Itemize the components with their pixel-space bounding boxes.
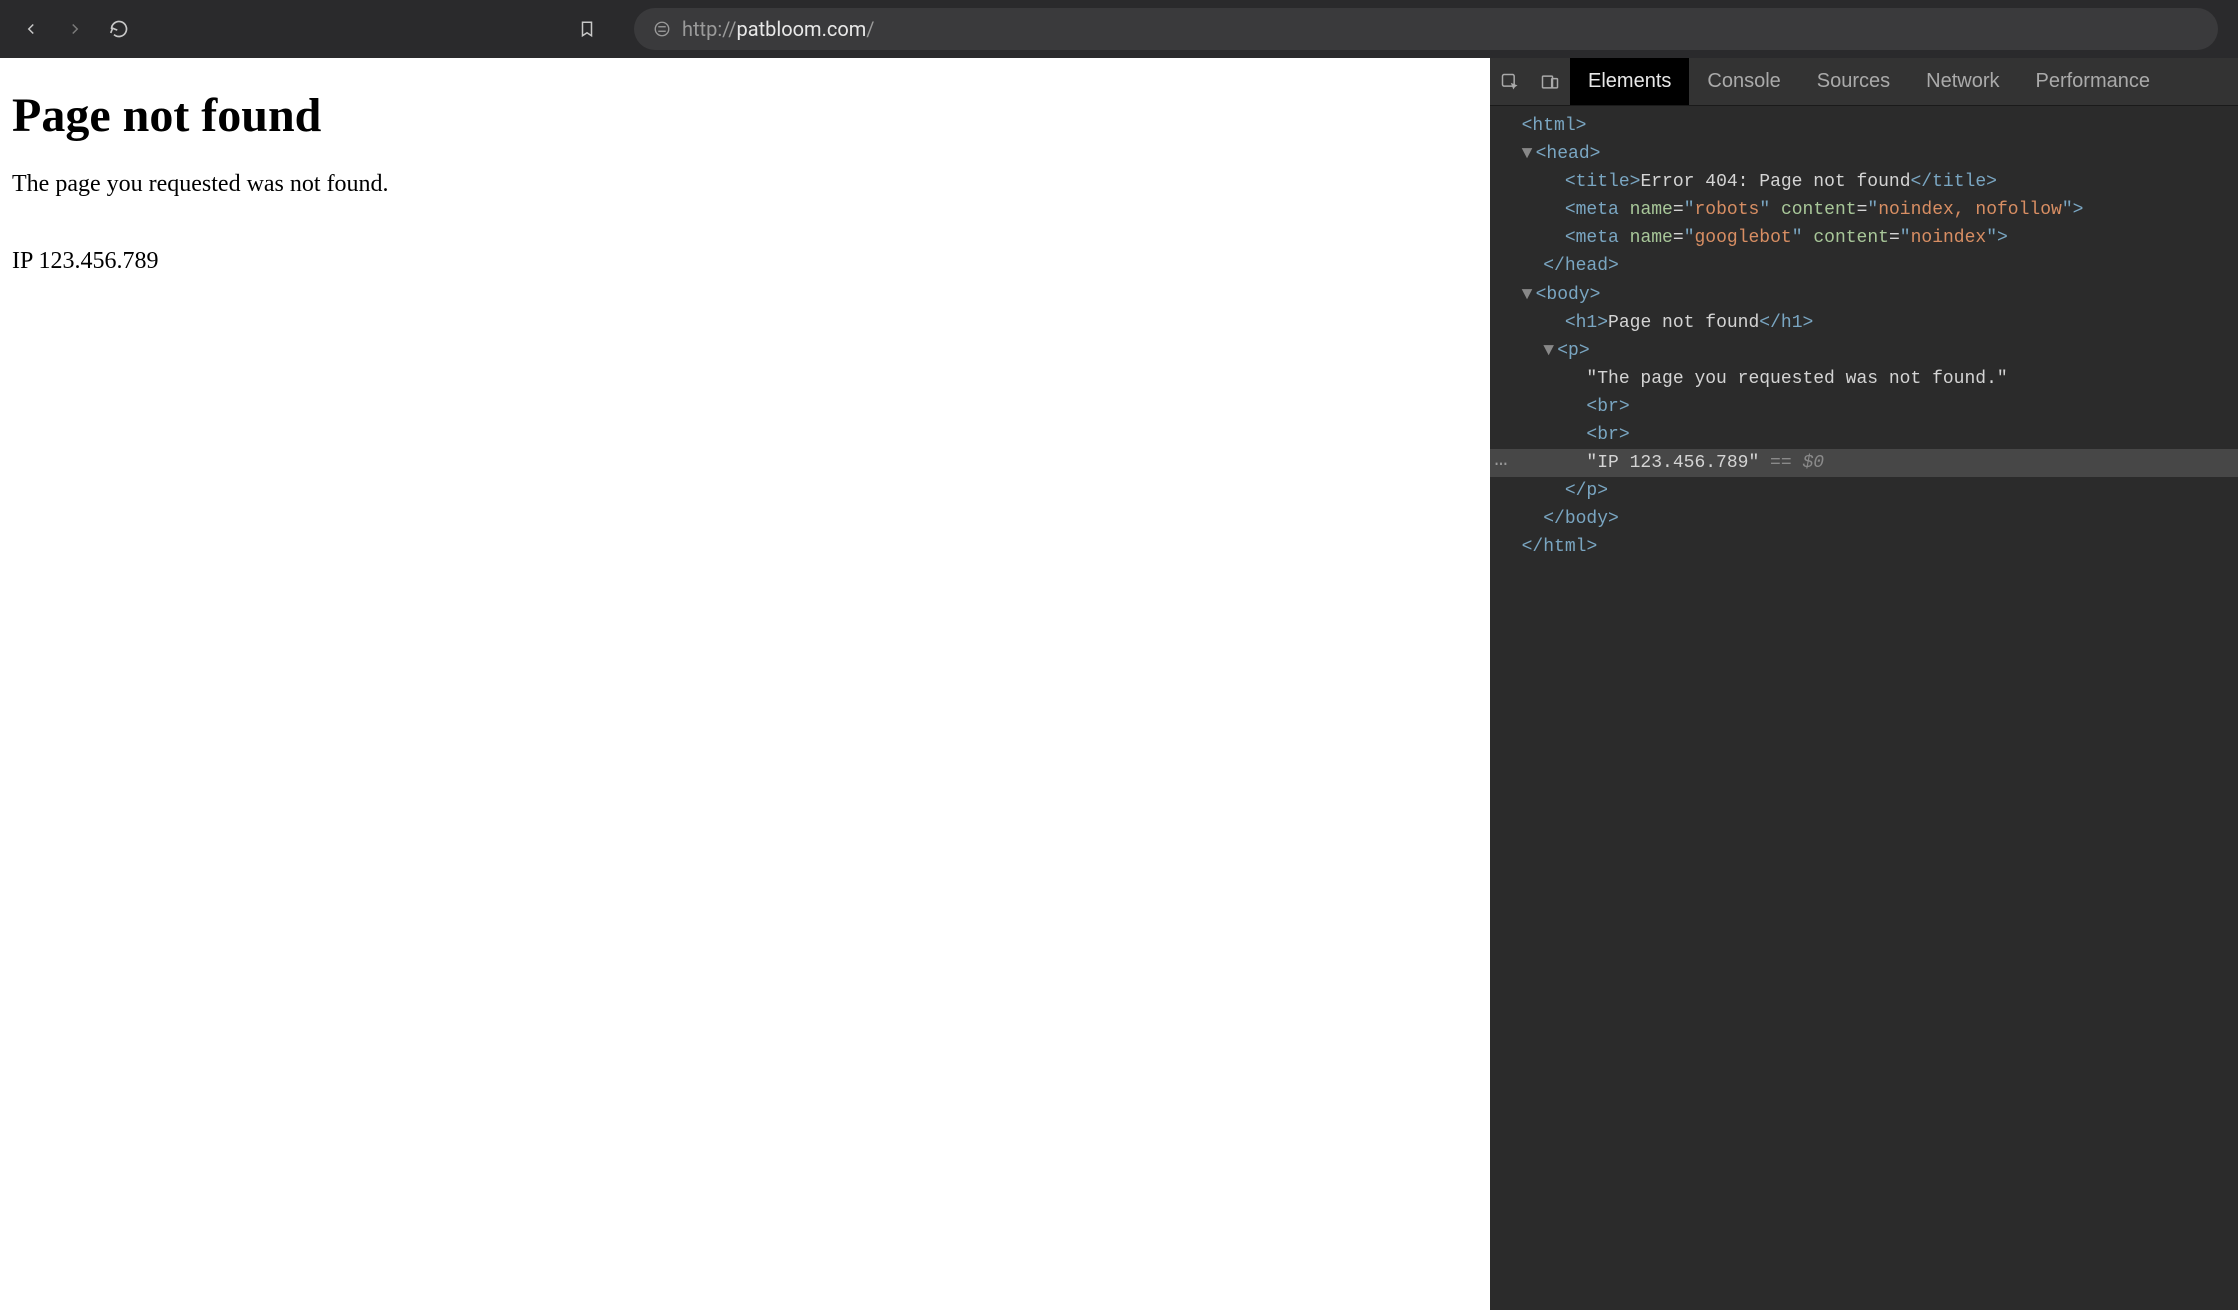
url-protocol: http://	[682, 17, 737, 41]
reload-icon[interactable]	[108, 18, 130, 40]
dom-line[interactable]: <html>	[1490, 112, 2238, 140]
site-info-icon[interactable]	[652, 19, 672, 39]
page-heading: Page not found	[12, 88, 1478, 143]
ellipsis-icon[interactable]: …	[1490, 449, 1512, 471]
tab-elements[interactable]: Elements	[1570, 58, 1689, 105]
dom-line[interactable]: ▼<p>	[1490, 337, 2238, 365]
dom-line[interactable]: </body>	[1490, 505, 2238, 533]
tab-network[interactable]: Network	[1908, 58, 2017, 105]
dom-line[interactable]: </head>	[1490, 252, 2238, 280]
url-host: patbloom.com	[737, 17, 867, 41]
dom-tree[interactable]: <html> ▼<head> <title>Error 404: Page no…	[1490, 106, 2238, 1310]
dom-line[interactable]: <br>	[1490, 393, 2238, 421]
inspect-icon[interactable]	[1490, 58, 1530, 105]
url-text: http://patbloom.com/	[682, 17, 875, 41]
dom-line[interactable]: <title>Error 404: Page not found</title>	[1490, 168, 2238, 196]
dom-line[interactable]: <meta name="googlebot" content="noindex"…	[1490, 224, 2238, 252]
dom-line[interactable]: ▼<body>	[1490, 281, 2238, 309]
page-message: The page you requested was not found.	[12, 171, 389, 197]
page-body: The page you requested was not found. IP…	[12, 165, 1478, 280]
dom-line[interactable]: ▼<head>	[1490, 140, 2238, 168]
dom-line[interactable]: </p>	[1490, 477, 2238, 505]
nav-buttons	[20, 18, 130, 40]
content-area: Page not found The page you requested wa…	[0, 58, 2238, 1310]
dom-line[interactable]: <meta name="robots" content="noindex, no…	[1490, 196, 2238, 224]
dom-line-selected[interactable]: "IP 123.456.789" == $0	[1490, 449, 2238, 477]
dom-line[interactable]: <br>	[1490, 421, 2238, 449]
tab-console[interactable]: Console	[1689, 58, 1798, 105]
dom-line[interactable]: </html>	[1490, 533, 2238, 561]
page-ip: IP 123.456.789	[12, 248, 158, 274]
dom-line[interactable]: "The page you requested was not found."	[1490, 365, 2238, 393]
devtools-panel: Elements Console Sources Network Perform…	[1490, 58, 2238, 1310]
browser-toolbar: http://patbloom.com/	[0, 0, 2238, 58]
url-bar[interactable]: http://patbloom.com/	[634, 8, 2218, 50]
url-path: /	[866, 17, 874, 41]
page-viewport: Page not found The page you requested wa…	[0, 58, 1490, 1310]
back-icon[interactable]	[20, 18, 42, 40]
device-toggle-icon[interactable]	[1530, 58, 1570, 105]
forward-icon[interactable]	[64, 18, 86, 40]
devtools-tabs: Elements Console Sources Network Perform…	[1490, 58, 2238, 106]
tab-sources[interactable]: Sources	[1799, 58, 1908, 105]
dom-line[interactable]: <h1>Page not found</h1>	[1490, 309, 2238, 337]
bookmark-icon[interactable]	[576, 18, 598, 40]
tab-performance[interactable]: Performance	[2018, 58, 2169, 105]
